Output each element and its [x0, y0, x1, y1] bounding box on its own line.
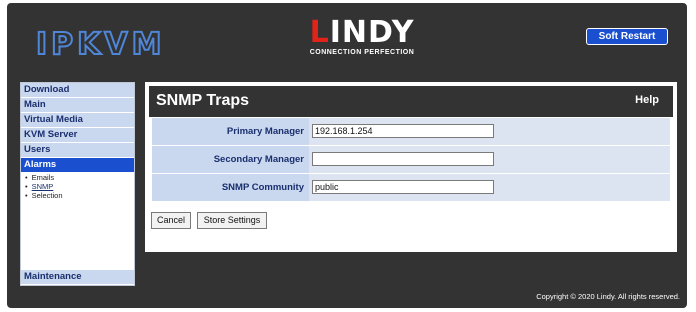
cancel-button[interactable]: Cancel	[151, 212, 191, 229]
panel-header: SNMP Traps Help	[145, 82, 677, 117]
form-row-secondary-manager: Secondary Manager	[152, 146, 670, 173]
lindy-logo: LINDY CONNECTION PERFECTION	[302, 18, 422, 57]
ipkvm-logo: IPKVM	[35, 27, 166, 62]
soft-restart-button[interactable]: Soft Restart	[586, 28, 668, 45]
secondary-manager-cell	[309, 146, 670, 173]
submenu-item-selection-label[interactable]: Selection	[32, 191, 63, 200]
help-link[interactable]: Help	[635, 94, 659, 106]
primary-manager-input[interactable]	[312, 124, 494, 138]
secondary-manager-label: Secondary Manager	[152, 146, 309, 173]
sidebar-item-kvm-server[interactable]: KVM Server	[21, 128, 134, 142]
lindy-wordmark-l: L	[309, 15, 330, 50]
primary-manager-cell	[309, 118, 670, 145]
snmp-community-input[interactable]	[312, 180, 494, 194]
submenu-item-selection[interactable]: Selection	[25, 191, 134, 200]
lindy-wordmark-rest: INDY	[329, 15, 415, 50]
submenu-item-emails[interactable]: Emails	[25, 173, 134, 182]
sidebar-item-main[interactable]: Main	[21, 98, 134, 112]
sidebar-item-users[interactable]: Users	[21, 143, 134, 157]
primary-manager-label: Primary Manager	[152, 118, 309, 145]
sidebar-item-maintenance[interactable]: Maintenance	[21, 270, 134, 284]
lindy-tagline: CONNECTION PERFECTION	[309, 49, 415, 56]
submenu-item-snmp[interactable]: SNMP	[25, 182, 134, 191]
lindy-wordmark: LINDY	[302, 18, 422, 48]
store-settings-button[interactable]: Store Settings	[197, 212, 267, 229]
alarms-submenu: Emails SNMP Selection	[21, 173, 134, 200]
sidebar-item-virtual-media[interactable]: Virtual Media	[21, 113, 134, 127]
sidebar-item-download[interactable]: Download	[21, 83, 134, 97]
form-row-snmp-community: SNMP Community	[152, 174, 670, 201]
form-row-primary-manager: Primary Manager	[152, 118, 670, 145]
secondary-manager-input[interactable]	[312, 152, 494, 166]
copyright-text: Copyright © 2020 Lindy. All rights reser…	[536, 292, 680, 301]
submenu-item-snmp-label[interactable]: SNMP	[32, 182, 54, 191]
snmp-community-label: SNMP Community	[152, 174, 309, 201]
sidebar-item-alarms[interactable]: Alarms	[21, 158, 134, 172]
sidebar: Download Main Virtual Media KVM Server U…	[20, 82, 135, 286]
page-title: SNMP Traps	[156, 92, 250, 109]
snmp-community-cell	[309, 174, 670, 201]
submenu-item-emails-label[interactable]: Emails	[32, 173, 55, 182]
